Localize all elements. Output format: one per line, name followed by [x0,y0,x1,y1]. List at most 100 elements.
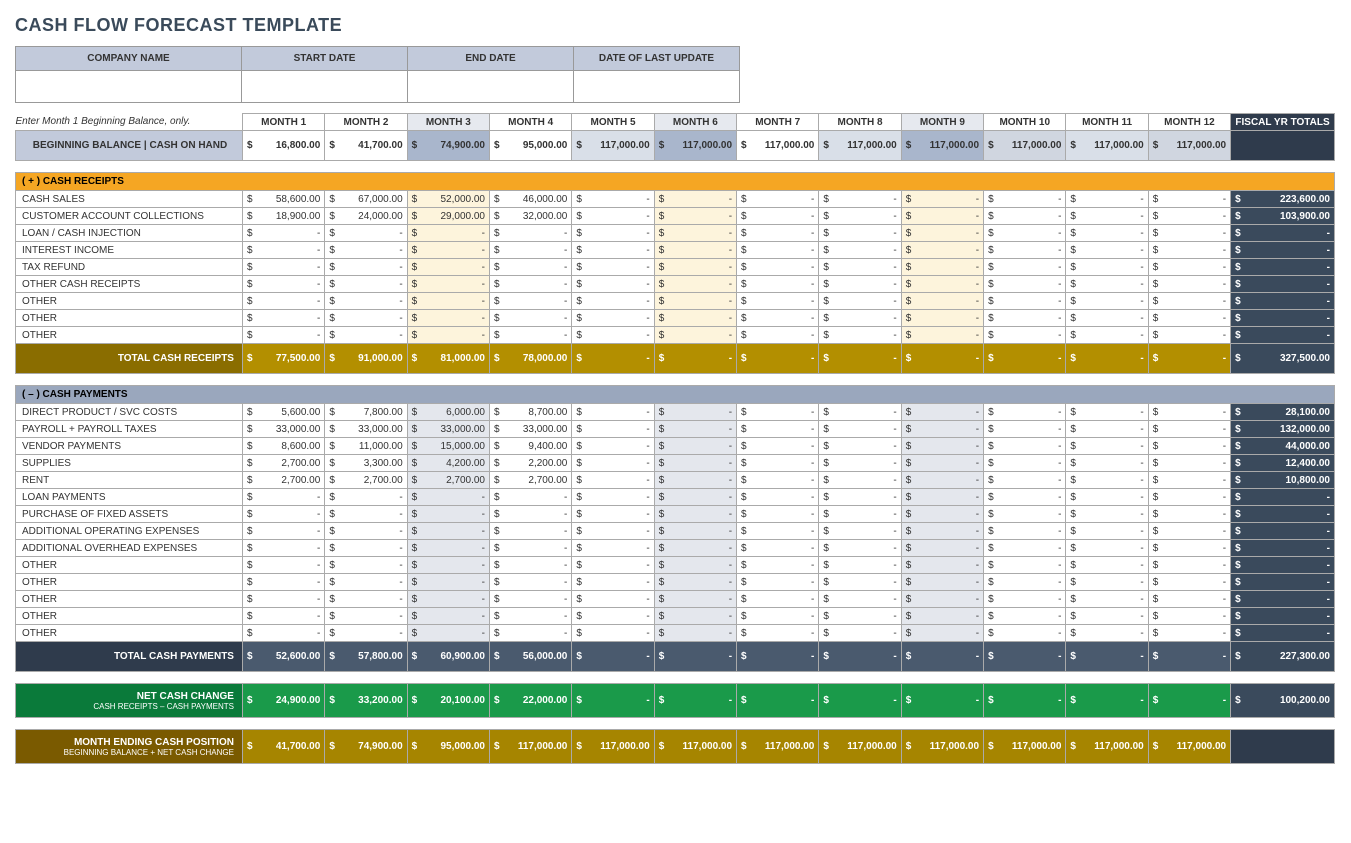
money-cell[interactable]: $- [819,540,901,557]
money-cell[interactable]: $- [572,327,654,344]
money-cell[interactable]: $- [819,310,901,327]
info-value-cell[interactable] [408,71,574,103]
money-cell[interactable]: $- [737,438,819,455]
money-cell[interactable]: $- [1148,540,1230,557]
money-cell[interactable]: $- [654,506,736,523]
money-cell[interactable]: $- [1148,259,1230,276]
money-cell[interactable]: $- [1148,421,1230,438]
money-cell[interactable]: $- [325,574,407,591]
money-cell[interactable]: $- [654,608,736,625]
money-cell[interactable]: $- [819,438,901,455]
money-cell[interactable]: $- [407,506,489,523]
money-cell[interactable]: $- [984,489,1066,506]
money-cell[interactable]: $2,200.00 [490,455,572,472]
money-cell[interactable]: $- [325,242,407,259]
money-cell[interactable]: $- [901,208,983,225]
money-cell[interactable]: $- [654,208,736,225]
money-cell[interactable]: $- [1066,557,1148,574]
money-cell[interactable]: $- [654,310,736,327]
money-cell[interactable]: $- [984,259,1066,276]
money-cell[interactable]: $- [1066,293,1148,310]
money-cell[interactable]: $- [242,327,324,344]
money-cell[interactable]: $- [572,506,654,523]
beginning-balance-cell[interactable]: $117,000.00 [984,131,1066,161]
beginning-balance-cell[interactable]: $117,000.00 [901,131,983,161]
money-cell[interactable]: $- [1066,608,1148,625]
money-cell[interactable]: $- [901,191,983,208]
money-cell[interactable]: $- [325,327,407,344]
info-value-cell[interactable] [242,71,408,103]
money-cell[interactable]: $- [984,208,1066,225]
money-cell[interactable]: $- [242,506,324,523]
money-cell[interactable]: $33,000.00 [325,421,407,438]
money-cell[interactable]: $- [984,438,1066,455]
money-cell[interactable]: $2,700.00 [325,472,407,489]
money-cell[interactable]: $- [572,421,654,438]
money-cell[interactable]: $- [819,242,901,259]
money-cell[interactable]: $4,200.00 [407,455,489,472]
money-cell[interactable]: $- [984,625,1066,642]
money-cell[interactable]: $- [1148,489,1230,506]
money-cell[interactable]: $- [819,489,901,506]
money-cell[interactable]: $- [984,523,1066,540]
money-cell[interactable]: $- [1066,438,1148,455]
money-cell[interactable]: $- [654,591,736,608]
money-cell[interactable]: $- [654,293,736,310]
money-cell[interactable]: $- [737,225,819,242]
money-cell[interactable]: $- [984,293,1066,310]
money-cell[interactable]: $- [407,557,489,574]
money-cell[interactable]: $- [819,191,901,208]
money-cell[interactable]: $- [572,455,654,472]
money-cell[interactable]: $- [1066,242,1148,259]
money-cell[interactable]: $- [901,276,983,293]
info-value-cell[interactable] [574,71,740,103]
money-cell[interactable]: $- [1066,455,1148,472]
money-cell[interactable]: $2,700.00 [407,472,489,489]
beginning-balance-cell[interactable]: $117,000.00 [1066,131,1148,161]
money-cell[interactable]: $- [819,293,901,310]
money-cell[interactable]: $52,000.00 [407,191,489,208]
beginning-balance-cell[interactable]: $117,000.00 [1148,131,1230,161]
money-cell[interactable]: $- [407,625,489,642]
money-cell[interactable]: $- [1066,310,1148,327]
money-cell[interactable]: $5,600.00 [242,404,324,421]
beginning-balance-cell[interactable]: $41,700.00 [325,131,407,161]
money-cell[interactable]: $- [242,489,324,506]
money-cell[interactable]: $- [490,259,572,276]
money-cell[interactable]: $- [654,574,736,591]
money-cell[interactable]: $- [242,276,324,293]
money-cell[interactable]: $- [901,472,983,489]
money-cell[interactable]: $- [984,506,1066,523]
money-cell[interactable]: $- [325,506,407,523]
money-cell[interactable]: $- [490,608,572,625]
money-cell[interactable]: $- [1148,276,1230,293]
money-cell[interactable]: $- [819,472,901,489]
money-cell[interactable]: $- [242,310,324,327]
money-cell[interactable]: $- [1066,591,1148,608]
money-cell[interactable]: $- [819,591,901,608]
money-cell[interactable]: $29,000.00 [407,208,489,225]
money-cell[interactable]: $33,000.00 [407,421,489,438]
money-cell[interactable]: $- [490,574,572,591]
money-cell[interactable]: $- [1066,327,1148,344]
money-cell[interactable]: $- [407,276,489,293]
money-cell[interactable]: $- [572,608,654,625]
money-cell[interactable]: $- [737,276,819,293]
money-cell[interactable]: $- [1148,293,1230,310]
money-cell[interactable]: $- [407,242,489,259]
money-cell[interactable]: $- [1066,540,1148,557]
money-cell[interactable]: $- [819,208,901,225]
money-cell[interactable]: $- [1148,225,1230,242]
money-cell[interactable]: $- [1148,557,1230,574]
money-cell[interactable]: $- [901,327,983,344]
money-cell[interactable]: $- [407,489,489,506]
money-cell[interactable]: $- [737,625,819,642]
money-cell[interactable]: $- [572,259,654,276]
money-cell[interactable]: $- [242,625,324,642]
money-cell[interactable]: $8,700.00 [490,404,572,421]
money-cell[interactable]: $- [737,404,819,421]
money-cell[interactable]: $- [654,540,736,557]
money-cell[interactable]: $- [572,225,654,242]
money-cell[interactable]: $- [901,608,983,625]
money-cell[interactable]: $- [572,208,654,225]
